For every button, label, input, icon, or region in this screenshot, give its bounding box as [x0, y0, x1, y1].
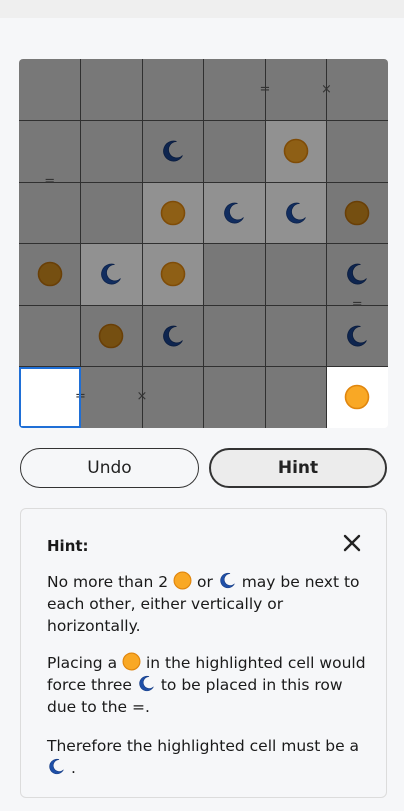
dim-overlay: [19, 59, 81, 121]
top-bar: [0, 0, 404, 18]
hint-text: No more than 2: [47, 573, 169, 591]
dim-overlay: [203, 305, 265, 367]
grid-line: [19, 243, 388, 244]
game-board: = × = = = ×: [19, 59, 388, 428]
dim-overlay: [265, 305, 327, 367]
grid-line: [264, 59, 266, 428]
dim-overlay: [326, 243, 388, 305]
sun-icon: [344, 384, 370, 410]
hint-paragraph-2: Placing a in the highlighted cell would …: [47, 652, 367, 718]
cross-constraint: ×: [321, 81, 332, 97]
dim-overlay: [80, 243, 142, 305]
dim-overlay: [142, 120, 204, 182]
hint-text: Placing a: [47, 654, 118, 672]
dim-overlay: [142, 243, 204, 305]
dim-overlay: [265, 59, 327, 121]
hint-title: Hint:: [47, 537, 89, 555]
equal-constraint: =: [351, 297, 363, 312]
sun-icon: [173, 571, 192, 590]
cross-constraint: ×: [136, 389, 148, 405]
dim-overlay: [142, 366, 204, 428]
dim-overlay: [265, 243, 327, 305]
dim-overlay: [326, 182, 388, 244]
dim-overlay: [80, 59, 142, 121]
hint-text: .: [70, 759, 76, 777]
dim-overlay: [203, 59, 265, 121]
dim-overlay: [80, 366, 142, 428]
dim-overlay: [265, 120, 327, 182]
dim-overlay: [19, 120, 81, 182]
moon-icon: [47, 757, 66, 776]
moon-icon: [137, 674, 156, 693]
dim-overlay: [142, 59, 204, 121]
dim-overlay: [203, 120, 265, 182]
dim-overlay: [326, 305, 388, 367]
equal-constraint: =: [44, 174, 56, 189]
hint-text: or: [196, 573, 213, 591]
moon-icon: [218, 571, 237, 590]
dim-overlay: [80, 120, 142, 182]
dim-overlay: [265, 366, 327, 428]
dim-overlay: [142, 182, 204, 244]
hint-button[interactable]: Hint: [209, 448, 387, 488]
sun-icon: [122, 652, 141, 671]
dim-overlay: [326, 59, 388, 121]
grid-line: [19, 304, 388, 306]
hint-panel: Hint: No more than 2 or may be next to e…: [20, 508, 387, 798]
dim-overlay: [326, 120, 388, 182]
hint-paragraph-1: No more than 2 or may be next to each ot…: [47, 571, 367, 637]
dim-overlay: [203, 243, 265, 305]
dim-overlay: [19, 243, 81, 305]
dim-overlay: [80, 305, 142, 367]
equal-constraint: =: [259, 81, 271, 97]
undo-button[interactable]: Undo: [20, 448, 199, 488]
dim-overlay: [203, 182, 265, 244]
grid-line: [326, 59, 327, 428]
close-icon[interactable]: [340, 531, 364, 555]
hint-paragraph-3: Therefore the highlighted cell must be a…: [47, 735, 367, 779]
hint-text: Therefore the highlighted cell must be a: [47, 737, 360, 755]
dim-overlay: [19, 182, 81, 244]
dim-overlay: [19, 305, 81, 367]
selected-cell-highlight: [19, 366, 81, 428]
dim-overlay: [265, 182, 327, 244]
dim-overlay: [203, 366, 265, 428]
dim-overlay: [80, 182, 142, 244]
dim-overlay: [142, 305, 204, 367]
